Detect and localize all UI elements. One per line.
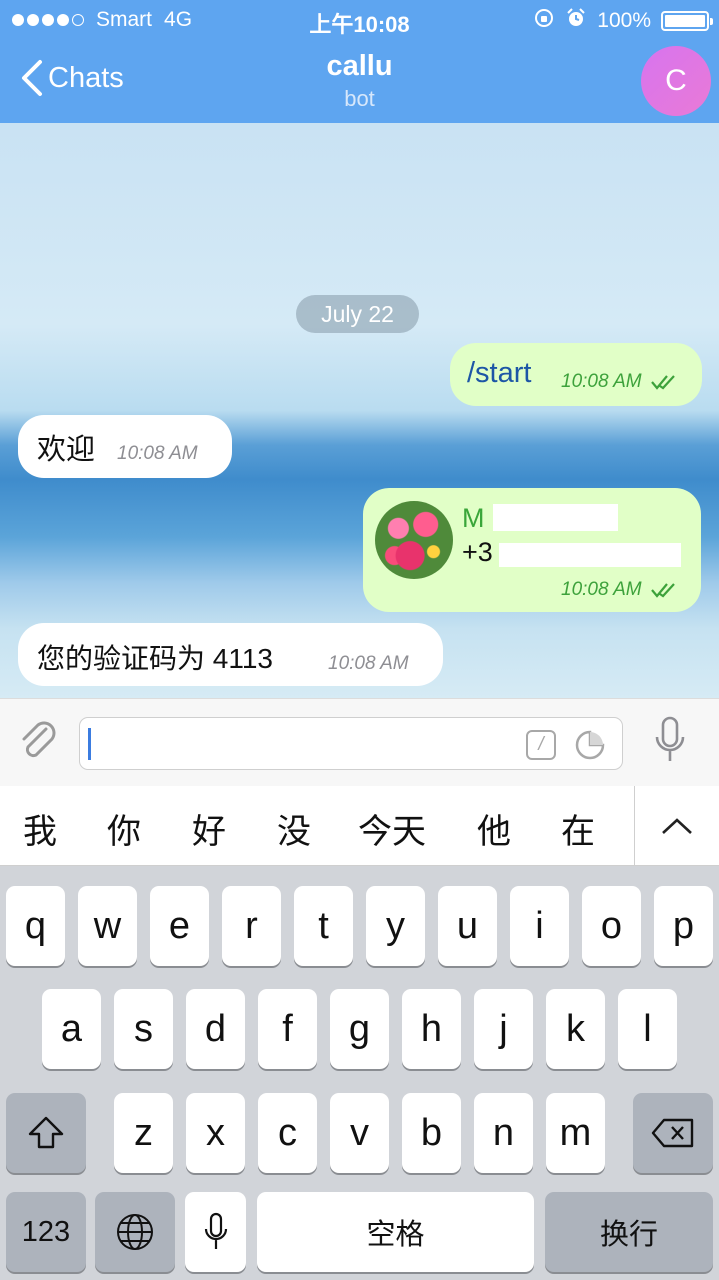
- key-f[interactable]: f: [258, 989, 317, 1069]
- message-text: 您的验证码为 4113: [37, 643, 273, 674]
- backspace-icon: [651, 1118, 694, 1148]
- message-meta: 10:08 AM: [561, 371, 680, 393]
- alarm-icon: [565, 7, 587, 35]
- numbers-key[interactable]: 123: [6, 1192, 86, 1272]
- message-time: 10:08 AM: [328, 653, 409, 674]
- contact-name: M: [462, 503, 485, 533]
- contact-phone: +3: [462, 537, 493, 567]
- battery-icon: [661, 11, 713, 31]
- redaction-block: [493, 504, 618, 531]
- chat-area[interactable]: July 22 /start 10:08 AM 欢迎 10:08 AM M +3…: [0, 123, 719, 698]
- key-t[interactable]: t: [294, 886, 353, 966]
- key-j[interactable]: j: [474, 989, 533, 1069]
- date-separator: July 22: [296, 295, 419, 333]
- double-check-icon: [651, 375, 675, 390]
- sticker-icon[interactable]: [574, 729, 606, 761]
- microphone-icon[interactable]: [652, 715, 688, 767]
- bot-command-icon[interactable]: /: [526, 730, 556, 760]
- key-e[interactable]: e: [150, 886, 209, 966]
- chevron-up-icon: [662, 818, 692, 834]
- key-h[interactable]: h: [402, 989, 461, 1069]
- candidate-word[interactable]: 你: [107, 804, 141, 853]
- chat-subtitle: bot: [344, 86, 375, 111]
- key-z[interactable]: z: [114, 1093, 173, 1173]
- key-c[interactable]: c: [258, 1093, 317, 1173]
- message-time: 10:08 AM: [117, 443, 198, 464]
- message-meta: 10:08 AM: [561, 579, 680, 601]
- key-r[interactable]: r: [222, 886, 281, 966]
- key-o[interactable]: o: [582, 886, 641, 966]
- message-time: 10:08 AM: [561, 371, 642, 392]
- key-q[interactable]: q: [6, 886, 65, 966]
- message-input-bar: /: [0, 698, 719, 786]
- key-m[interactable]: m: [546, 1093, 605, 1173]
- message-bubble-outgoing[interactable]: /start 10:08 AM: [450, 343, 702, 406]
- message-bubble-incoming[interactable]: 欢迎 10:08 AM: [18, 415, 232, 478]
- attach-icon[interactable]: [16, 719, 60, 765]
- key-y[interactable]: y: [366, 886, 425, 966]
- return-key[interactable]: 换行: [545, 1192, 713, 1272]
- globe-icon: [117, 1214, 153, 1250]
- candidate-word[interactable]: 在: [561, 804, 595, 853]
- backspace-key[interactable]: [633, 1093, 713, 1173]
- ime-candidate-bar: 我 你 好 没 今天 他 在: [0, 786, 719, 866]
- battery-percent: 100%: [597, 9, 651, 32]
- key-p[interactable]: p: [654, 886, 713, 966]
- key-n[interactable]: n: [474, 1093, 533, 1173]
- key-x[interactable]: x: [186, 1093, 245, 1173]
- candidate-word[interactable]: 今天: [358, 804, 426, 853]
- status-bar: Smart 4G 上午10:08 100%: [0, 0, 719, 40]
- message-text: /start: [467, 357, 532, 389]
- message-input[interactable]: /: [79, 717, 623, 770]
- key-v[interactable]: v: [330, 1093, 389, 1173]
- contact-message-bubble[interactable]: M +3 10:08 AM: [363, 488, 701, 612]
- chat-title: callu: [326, 50, 393, 82]
- candidate-word[interactable]: 我: [23, 804, 57, 853]
- expand-candidates-button[interactable]: [634, 786, 719, 866]
- status-right: 100%: [533, 7, 713, 35]
- key-k[interactable]: k: [546, 989, 605, 1069]
- key-w[interactable]: w: [78, 886, 137, 966]
- key-b[interactable]: b: [402, 1093, 461, 1173]
- shift-key[interactable]: [6, 1093, 86, 1173]
- microphone-icon: [204, 1212, 227, 1249]
- keyboard: q w e r t y u i o p a s d f g h j k l z …: [0, 866, 719, 1280]
- space-key[interactable]: 空格: [257, 1192, 534, 1272]
- double-check-icon: [651, 583, 675, 598]
- key-u[interactable]: u: [438, 886, 497, 966]
- text-caret: [88, 728, 91, 760]
- key-d[interactable]: d: [186, 989, 245, 1069]
- contact-avatar: [375, 501, 453, 579]
- key-g[interactable]: g: [330, 989, 389, 1069]
- redaction-block: [499, 543, 681, 567]
- key-l[interactable]: l: [618, 989, 677, 1069]
- dictation-key[interactable]: [185, 1192, 246, 1272]
- message-text: 欢迎: [37, 434, 96, 466]
- message-bubble-incoming[interactable]: 您的验证码为 4113 10:08 AM: [18, 623, 443, 686]
- orientation-lock-icon: [533, 7, 555, 35]
- key-i[interactable]: i: [510, 886, 569, 966]
- candidate-word[interactable]: 好: [192, 804, 226, 853]
- key-s[interactable]: s: [114, 989, 173, 1069]
- shift-icon: [28, 1116, 64, 1149]
- candidate-word[interactable]: 没: [277, 804, 311, 853]
- key-a[interactable]: a: [42, 989, 101, 1069]
- chat-avatar[interactable]: C: [641, 46, 711, 116]
- message-time: 10:08 AM: [561, 579, 642, 600]
- globe-key[interactable]: [95, 1192, 175, 1272]
- top-bar: Smart 4G 上午10:08 100% Chats callu bot C: [0, 0, 719, 123]
- candidate-word[interactable]: 他: [477, 804, 511, 853]
